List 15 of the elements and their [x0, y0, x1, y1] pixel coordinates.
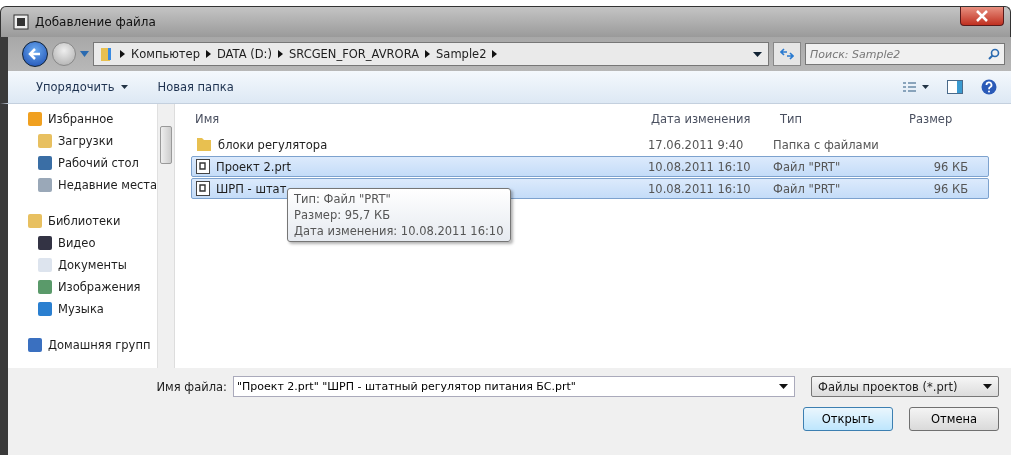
tooltip-line: Размер: 95,7 КБ [294, 207, 392, 223]
tooltip-line: Дата изменения: 10.08.2011 16:10 [294, 223, 504, 239]
size-cell: 96 КБ [933, 159, 969, 174]
file-name: Проект 2.prt [216, 159, 291, 174]
type-cell-text: Файл "PRT" [772, 159, 842, 174]
file-name: ШРП - штат [216, 181, 287, 196]
size-cell: 96 КБ [933, 181, 969, 196]
date-cell-text: 17.06.2011 9:40 [647, 137, 745, 152]
date-cell-text: 10.08.2011 16:10 [647, 181, 752, 196]
file-name: блоки регулятора [218, 137, 328, 152]
type-cell-text: Папка с файлами [772, 137, 880, 152]
type-cell-text: Файл "PRT" [772, 181, 842, 196]
filename-label: Имя файла: [156, 379, 227, 394]
date-cell-text: 10.08.2011 16:10 [647, 159, 752, 174]
window-title: Добавление файла [35, 15, 156, 29]
